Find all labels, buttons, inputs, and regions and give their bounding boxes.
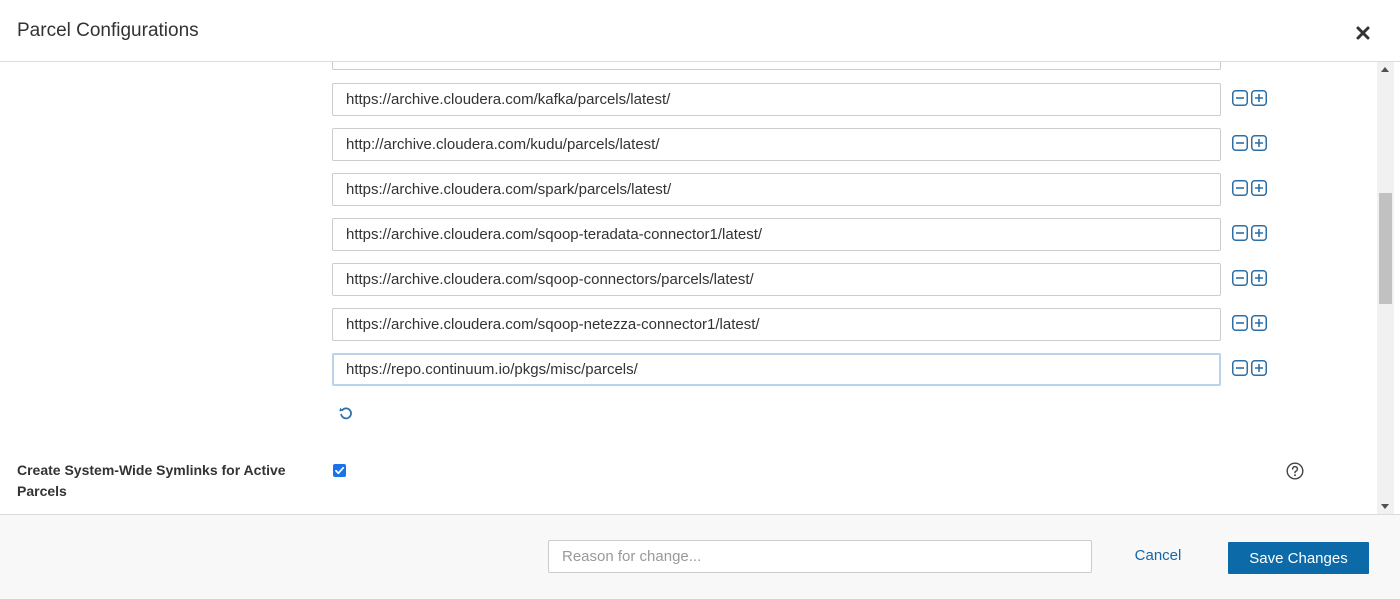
add-icon[interactable] <box>1251 90 1267 106</box>
add-icon[interactable] <box>1251 270 1267 286</box>
dialog-footer: Cancel Save Changes <box>0 514 1400 599</box>
remove-icon[interactable] <box>1232 90 1248 106</box>
symlinks-checkbox[interactable] <box>333 464 346 477</box>
remove-icon[interactable] <box>1232 360 1248 376</box>
add-icon[interactable] <box>1251 180 1267 196</box>
parcel-configurations-dialog: Parcel Configurations Cr <box>0 0 1400 599</box>
scroll-thumb[interactable] <box>1379 193 1392 304</box>
url-input-kudu[interactable] <box>332 128 1221 161</box>
body-scrollbar[interactable] <box>1377 62 1394 514</box>
save-changes-button[interactable]: Save Changes <box>1228 542 1369 574</box>
url-input-partial[interactable] <box>332 62 1221 70</box>
cancel-button[interactable]: Cancel <box>1122 547 1194 564</box>
url-input-continuum[interactable] <box>332 353 1221 386</box>
remove-icon[interactable] <box>1232 135 1248 151</box>
scroll-down-arrow-icon[interactable] <box>1381 504 1389 509</box>
close-icon[interactable] <box>1353 23 1373 43</box>
scroll-up-arrow-icon[interactable] <box>1381 67 1389 72</box>
dialog-body: Create System-Wide Symlinks for Active P… <box>0 62 1400 514</box>
add-icon[interactable] <box>1251 225 1267 241</box>
remove-icon[interactable] <box>1232 270 1248 286</box>
url-input-sqoop-teradata[interactable] <box>332 218 1221 251</box>
checkmark-icon <box>335 466 345 475</box>
help-icon[interactable] <box>1286 462 1304 480</box>
url-input-sqoop-connectors[interactable] <box>332 263 1221 296</box>
reason-for-change-input[interactable] <box>548 540 1092 573</box>
dialog-title: Parcel Configurations <box>17 20 199 41</box>
add-icon[interactable] <box>1251 315 1267 331</box>
url-input-spark[interactable] <box>332 173 1221 206</box>
add-icon[interactable] <box>1251 135 1267 151</box>
symlinks-setting-label: Create System-Wide Symlinks for Active P… <box>17 462 286 499</box>
remove-icon[interactable] <box>1232 315 1248 331</box>
add-icon[interactable] <box>1251 360 1267 376</box>
url-input-sqoop-netezza[interactable] <box>332 308 1221 341</box>
dialog-header: Parcel Configurations <box>0 0 1400 62</box>
remove-icon[interactable] <box>1232 180 1248 196</box>
undo-icon[interactable] <box>338 405 354 421</box>
remove-icon[interactable] <box>1232 225 1248 241</box>
url-input-kafka[interactable] <box>332 83 1221 116</box>
